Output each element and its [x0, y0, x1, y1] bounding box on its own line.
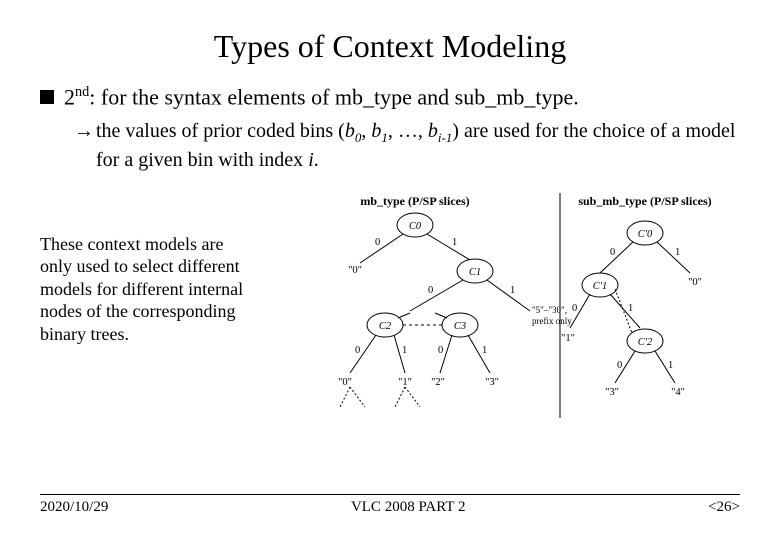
- node-c2: C2: [379, 321, 392, 332]
- node-cp0: C'0: [638, 229, 653, 240]
- arrow-t1: the values of prior coded bins (: [96, 120, 345, 142]
- square-bullet-icon: [40, 90, 54, 104]
- bullet-term1: mb_type: [335, 84, 412, 109]
- sub-bullet-1: → the values of prior coded bins (b0, b1…: [74, 118, 740, 173]
- footer-divider: [40, 494, 740, 495]
- arrow-icon: →: [74, 118, 94, 144]
- edge-1b: 1: [510, 285, 515, 296]
- bullet-1: 2nd: for the syntax elements of mb_type …: [40, 83, 740, 112]
- footer-date: 2020/10/29: [40, 499, 108, 516]
- binary-tree-diagram: mb_type (P/SP slices) sub_mb_type (P/SP …: [260, 193, 740, 423]
- leaf-4r: "4": [671, 387, 685, 398]
- node-c3: C3: [454, 321, 466, 332]
- leaf-3r: "3": [605, 387, 619, 398]
- edge-0g: 0: [617, 360, 622, 371]
- bullet-term2: sub_mb_type: [455, 84, 574, 109]
- node-cp1: C'1: [593, 281, 608, 292]
- sub-bullet-1-text: the values of prior coded bins (b0, b1, …: [96, 118, 740, 173]
- arrow-b0: b0: [345, 120, 362, 142]
- footer-center: VLC 2008 PART 2: [351, 499, 466, 516]
- footer-page: <26>: [708, 499, 740, 516]
- leaf-3: "3": [485, 377, 499, 388]
- node-cp2: C'2: [638, 337, 653, 348]
- arrow-c1: ,: [361, 120, 371, 142]
- edge-0d: 0: [438, 345, 443, 356]
- leaf-1r: "1": [561, 333, 575, 344]
- edge-0b: 0: [428, 285, 433, 296]
- content-row: These context models are only used to se…: [40, 193, 740, 423]
- edge-0f: 0: [572, 303, 577, 314]
- arrow-bi: bi-1: [428, 120, 452, 142]
- arrow-c2: , …,: [388, 120, 428, 142]
- slide: Types of Context Modeling 2nd: for the s…: [0, 0, 780, 540]
- edge-1c: 1: [402, 345, 407, 356]
- node-c1: C1: [469, 267, 481, 278]
- leaf-1b: "1": [398, 377, 412, 388]
- edge-1f: 1: [628, 303, 633, 314]
- footer: 2020/10/29 VLC 2008 PART 2 <26>: [40, 494, 740, 516]
- right-tree-header: sub_mb_type (P/SP slices): [578, 194, 711, 208]
- edge-1d: 1: [482, 345, 487, 356]
- edge-0e: 0: [610, 247, 615, 258]
- node-c0: C0: [409, 221, 422, 232]
- edge-0c: 0: [355, 345, 360, 356]
- leaf-0b: "0": [338, 377, 352, 388]
- bullet-super: nd: [75, 84, 89, 100]
- left-tree-header: mb_type (P/SP slices): [360, 194, 469, 208]
- leaf-2: "2": [431, 377, 445, 388]
- edge-0: 0: [375, 237, 380, 248]
- arrow-t3: .: [314, 149, 319, 171]
- leaf-530a: "5"–"30",: [532, 305, 567, 315]
- bullet-end: .: [573, 84, 579, 109]
- edge-1g: 1: [668, 360, 673, 371]
- leaf-0: "0": [348, 265, 362, 276]
- bullet-rest1: : for the syntax elements of: [89, 84, 335, 109]
- edge-1e: 1: [675, 247, 680, 258]
- footer-row: 2020/10/29 VLC 2008 PART 2 <26>: [40, 499, 740, 516]
- leaf-0r: "0": [688, 277, 702, 288]
- leaf-530b: prefix only: [532, 316, 572, 326]
- bullet-mid: and: [412, 84, 455, 109]
- tree-caption: These context models are only used to se…: [40, 193, 250, 346]
- arrow-b1: b1: [371, 120, 388, 142]
- edge-1: 1: [452, 237, 457, 248]
- page-title: Types of Context Modeling: [40, 28, 740, 65]
- bullet-1-text: 2nd: for the syntax elements of mb_type …: [64, 83, 579, 112]
- bullet-prefix: 2: [64, 84, 75, 109]
